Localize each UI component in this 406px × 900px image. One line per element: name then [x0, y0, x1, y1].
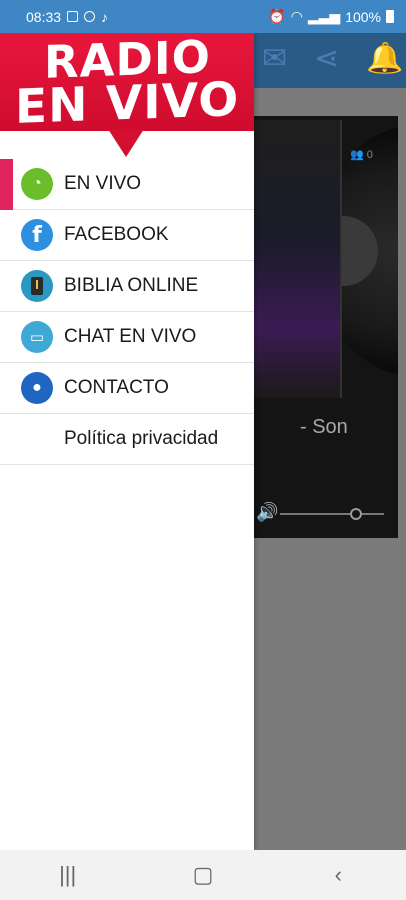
menu-item-en-vivo[interactable]: ◔ EN VIVO: [0, 159, 254, 210]
signal-icon: ▂▃▅: [307, 8, 341, 24]
battery-icon: [386, 10, 394, 23]
home-icon[interactable]: ▢: [173, 862, 233, 888]
menu-item-label: CHAT EN VIVO: [64, 326, 197, 347]
status-bar: 08:33 ♪ ⏰ ◠ ▂▃▅ 100%: [0, 0, 406, 33]
system-nav-bar: ||| ▢ ‹: [0, 850, 406, 900]
song-title: - Son: [300, 416, 348, 438]
facebook-icon: f: [21, 219, 53, 251]
menu-item-politica-privacidad[interactable]: Política privacidad: [0, 414, 254, 465]
gallery-notification-icon: [67, 11, 79, 22]
active-indicator: [0, 159, 13, 210]
tiktok-notification-icon: ♪: [101, 8, 109, 25]
logo-pointer: [108, 129, 144, 157]
menu-item-label: FACEBOOK: [64, 224, 169, 245]
listeners-icon: 👥: [350, 149, 364, 161]
menu-item-label: Política privacidad: [64, 428, 219, 449]
contact-icon: ●: [21, 372, 53, 404]
share-icon: ⋖: [314, 42, 340, 75]
volume-slider-knob: [350, 508, 362, 520]
menu-item-label: EN VIVO: [64, 173, 142, 194]
wifi-icon: ◠: [290, 8, 303, 24]
listeners-count: 👥 0: [350, 149, 373, 161]
drawer-logo: RADIO EN VIVO: [0, 30, 254, 157]
album-art: [254, 120, 342, 398]
status-time: 08:33: [26, 8, 62, 25]
drawer-menu: ◔ EN VIVO f FACEBOOK BIBLIA ONLINE ▭ CHA…: [0, 159, 254, 465]
menu-item-contacto[interactable]: ● CONTACTO: [0, 363, 254, 414]
ear-icon: ◔: [21, 168, 53, 200]
chat-icon: ▭: [21, 321, 53, 353]
menu-item-label: BIBLIA ONLINE: [64, 275, 199, 296]
volume-slider: [280, 513, 384, 515]
bell-icon: 🔔: [366, 42, 404, 75]
mail-icon: ✉: [262, 42, 288, 75]
volume-icon: 🔊: [256, 502, 279, 522]
navigation-drawer: RADIO EN VIVO ◔ EN VIVO f FACEBOOK BIBLI…: [0, 30, 254, 850]
logo-line-2: EN VIVO: [14, 72, 240, 135]
battery-percent: 100%: [345, 8, 381, 25]
recents-icon[interactable]: |||: [38, 862, 98, 888]
background-player: 👥 0 - Son 🔊: [254, 116, 398, 538]
menu-item-chat-en-vivo[interactable]: ▭ CHAT EN VIVO: [0, 312, 254, 363]
menu-item-label: CONTACTO: [64, 377, 169, 398]
menu-item-biblia-online[interactable]: BIBLIA ONLINE: [0, 261, 254, 312]
back-icon[interactable]: ‹: [308, 862, 368, 888]
alarm-icon: ⏰: [268, 8, 286, 24]
bible-icon: [21, 270, 53, 302]
whatsapp-notification-icon: [84, 11, 96, 22]
menu-item-facebook[interactable]: f FACEBOOK: [0, 210, 254, 261]
